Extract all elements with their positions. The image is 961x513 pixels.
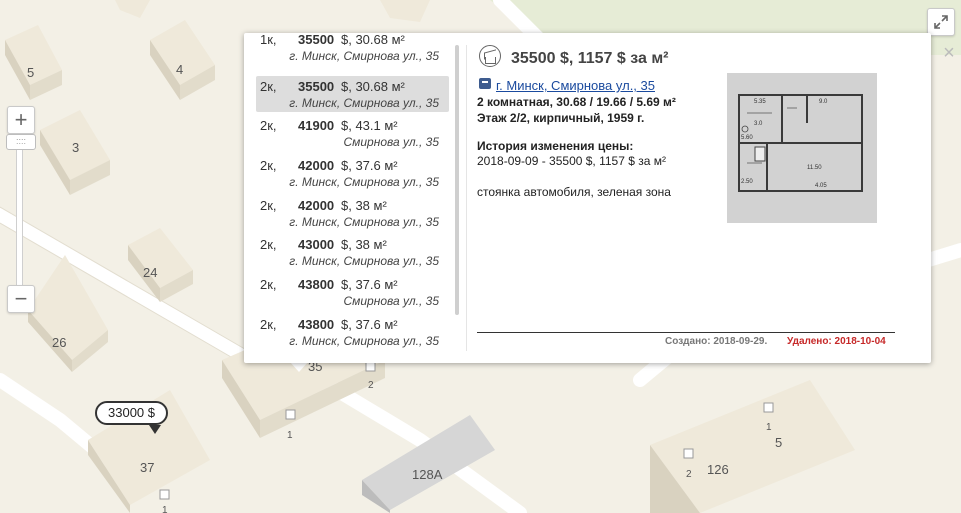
plan-label: 11.50 (807, 165, 822, 171)
building-4 (150, 20, 215, 100)
listing-price: 42000 (298, 158, 335, 173)
listing-address: г. Минск, Смирнова ул., 35 (289, 96, 439, 110)
listing-address: г. Минск, Смирнова ул., 35 (289, 334, 439, 348)
listing-rooms: 2к, (260, 158, 277, 173)
building-label: 126 (707, 462, 729, 477)
fullscreen-button[interactable] (927, 8, 955, 36)
plan-label: 4.05 (815, 183, 827, 189)
listing-rooms: 1к, (260, 33, 277, 47)
plan-label: 3.0 (754, 121, 763, 127)
entrance-label: 1 (162, 505, 168, 513)
building-north-mid (380, 0, 430, 22)
listing-item[interactable]: 1к, 35500 $, 30.68 м² г. Минск, Смирнова… (256, 33, 449, 65)
building-north-west-corner (115, 0, 150, 18)
listing-price: 35500 (298, 33, 335, 47)
listing-item-selected[interactable]: 2к, 35500 $, 30.68 м² г. Минск, Смирнова… (256, 76, 449, 112)
building-label: 24 (143, 265, 157, 280)
building-label: 37 (140, 460, 154, 475)
entrance-label: 2 (368, 380, 374, 391)
building-label: 26 (52, 335, 66, 350)
detail-specs-floor: Этаж 2/2, кирпичный, 1959 г. (477, 111, 645, 125)
listing-item[interactable]: 2к, 42000 $, 37.6 м² г. Минск, Смирнова … (256, 155, 449, 191)
listing-price: 43800 (298, 277, 335, 292)
close-button[interactable]: × (939, 43, 959, 63)
building-label: 128A (412, 467, 443, 482)
address-link[interactable]: г. Минск, Смирнова ул., 35 (496, 78, 655, 93)
listing-address: г. Минск, Смирнова ул., 35 (289, 175, 439, 189)
listing-detail: 35500 $, 1157 $ за м² × г. Минск, Смирно… (477, 33, 955, 363)
entrance-label: 2 (686, 469, 692, 480)
listing-area: $, 30.68 м² (341, 33, 405, 47)
listing-area: $, 38 м² (341, 237, 387, 252)
listing-item[interactable]: 2к, 42000 $, 38 м² г. Минск, Смирнова ул… (256, 195, 449, 231)
listing-rooms: 2к, (260, 317, 277, 332)
listing-address: Смирнова ул., 35 (343, 294, 439, 308)
popup-tail (290, 362, 308, 372)
listing-popup: 1к, 35500 $, 30.68 м² г. Минск, Смирнова… (244, 33, 955, 363)
building-5-west (5, 25, 62, 100)
plan-label: 5.35 (754, 99, 766, 105)
building-label: 4 (176, 62, 183, 77)
listing-price: 43800 (298, 317, 335, 332)
listing-price: 41900 (298, 118, 335, 133)
listing-area: $, 38 м² (341, 198, 387, 213)
listing-list[interactable]: 1к, 35500 $, 30.68 м² г. Минск, Смирнова… (244, 33, 454, 363)
listing-notes: стоянка автомобиля, зеленая зона (477, 185, 671, 199)
zoom-slider-track[interactable] (16, 134, 23, 288)
listing-address: г. Минск, Смирнова ул., 35 (289, 254, 439, 268)
expand-icon (934, 15, 948, 29)
listing-area: $, 30.68 м² (341, 79, 405, 94)
house-icon (479, 45, 501, 67)
listing-price: 35500 (298, 79, 335, 94)
zoom-in-button[interactable]: + (7, 106, 35, 134)
listing-rooms: 2к, (260, 237, 277, 252)
deleted-date: Удалено: 2018-10-04 (787, 336, 886, 347)
detail-price-title: 35500 $, 1157 $ за м² (511, 50, 669, 67)
zoom-slider-handle[interactable]: :::: (6, 134, 36, 150)
floor-plan-image[interactable]: 5.35 9.0 3.0 5.60 2.50 11.50 4.05 (727, 73, 877, 223)
listing-address: Смирнова ул., 35 (343, 135, 439, 149)
listing-item[interactable]: 2к, 43800 $, 37.6 м² г. Минск, Смирнова … (256, 314, 449, 350)
building-label: 5 (27, 65, 34, 80)
price-history-title: История изменения цены: (477, 139, 634, 153)
listing-item[interactable]: 2к, 43000 $, 38 м² г. Минск, Смирнова ул… (256, 234, 449, 270)
building-label: 5 (775, 435, 782, 450)
listing-area: $, 37.6 м² (341, 277, 398, 292)
building-icon (479, 78, 491, 89)
entrance-label: 1 (287, 430, 293, 441)
building-label: 3 (72, 140, 79, 155)
building-126 (650, 380, 855, 513)
detail-footer-divider (477, 332, 895, 333)
entrance-label: 1 (766, 422, 772, 433)
listing-item[interactable]: 2к, 43800 $, 37.6 м² Смирнова ул., 35 (256, 274, 449, 310)
listing-area: $, 43.1 м² (341, 118, 398, 133)
listing-price: 43000 (298, 237, 335, 252)
price-marker[interactable]: 33000 $ (95, 401, 168, 434)
listing-area: $, 37.6 м² (341, 158, 398, 173)
listing-rooms: 2к, (260, 118, 277, 133)
listing-rooms: 2к, (260, 277, 277, 292)
listing-rooms: 2к, (260, 79, 277, 94)
plan-label: 5.60 (741, 135, 753, 141)
listing-item[interactable]: 2к, 41900 $, 43.1 м² Смирнова ул., 35 (256, 115, 449, 151)
list-divider (466, 45, 467, 351)
price-history-entry: 2018-09-09 - 35500 $, 1157 $ за м² (477, 154, 666, 168)
listing-address: г. Минск, Смирнова ул., 35 (289, 49, 439, 63)
plan-label: 9.0 (819, 99, 828, 105)
created-date: Создано: 2018-09-29. (665, 336, 768, 347)
zoom-out-button[interactable]: − (7, 285, 35, 313)
building-128a (362, 415, 495, 513)
detail-specs-rooms-area: 2 комнатная, 30.68 / 19.66 / 5.69 м² (477, 95, 676, 109)
plan-label: 2.50 (741, 179, 753, 185)
listing-address: г. Минск, Смирнова ул., 35 (289, 215, 439, 229)
list-scrollbar[interactable] (455, 45, 459, 315)
listing-area: $, 37.6 м² (341, 317, 398, 332)
listing-price: 42000 (298, 198, 335, 213)
listing-rooms: 2к, (260, 198, 277, 213)
